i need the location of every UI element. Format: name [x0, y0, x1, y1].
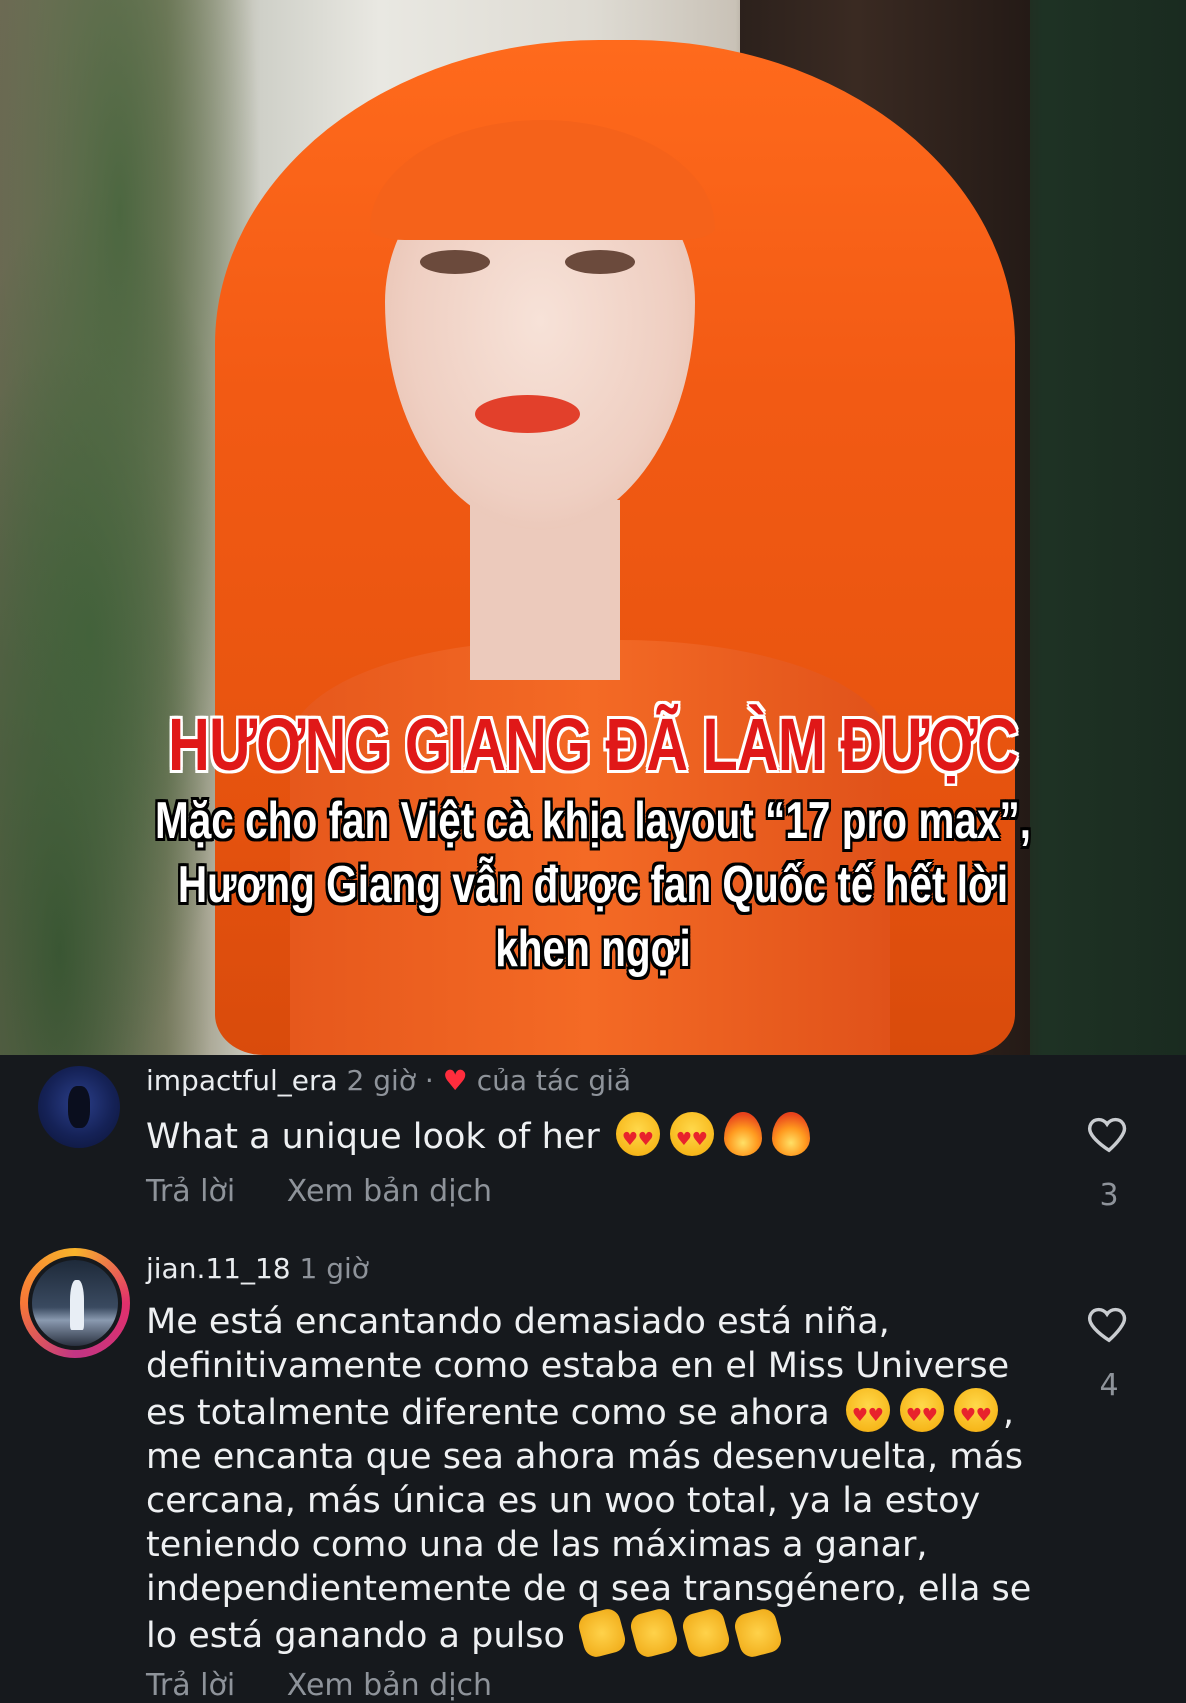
comment-line: definitivamente como estaba en el Miss U… [146, 1346, 1010, 1386]
subject-eye-right [565, 250, 635, 274]
comment-line-text: lo está ganando a pulso [146, 1616, 565, 1656]
clapping-hands-emoji-icon [732, 1606, 785, 1660]
comment-line-text: es totalmente diferente como se ahora [146, 1393, 830, 1433]
clapping-hands-emoji-icon [576, 1606, 629, 1660]
fire-emoji-icon [771, 1112, 810, 1156]
comment-line: cercana, más única es un woo total, ya l… [146, 1481, 981, 1521]
comment-text: What a unique look of her [146, 1112, 1046, 1162]
translate-button[interactable]: Xem bản dịch [287, 1668, 492, 1703]
comment-time: 1 giờ [299, 1252, 369, 1285]
video-frame[interactable]: HƯƠNG GIANG ĐÃ LÀM ĐƯỢC Mặc cho fan Việt… [0, 0, 1186, 1055]
clapping-hands-emoji-icon [680, 1606, 733, 1660]
reply-button[interactable]: Trả lời [146, 1668, 235, 1703]
caption-headline: HƯƠNG GIANG ĐÃ LÀM ĐƯỢC [168, 703, 1018, 786]
comment-text-content: What a unique look of her [146, 1117, 600, 1157]
comment-actions: Trả lời Xem bản dịch [146, 1668, 534, 1703]
like-count: 4 [1099, 1368, 1119, 1403]
comment-line: lo está ganando a pulso [146, 1606, 1046, 1660]
comment-actions: Trả lời Xem bản dịch [146, 1174, 534, 1209]
comment-header: jian.11_18 1 giờ [146, 1252, 369, 1285]
subject-lips [475, 395, 580, 433]
heart-eyes-emoji-icon [953, 1388, 998, 1438]
subject-eye-left [420, 250, 490, 274]
heart-eyes-emoji-icon [669, 1112, 714, 1162]
heart-eyes-emoji-icon [615, 1112, 660, 1162]
clapping-hands-emoji-icon [628, 1606, 681, 1660]
comment-time: 2 giờ [346, 1064, 416, 1097]
comment-line-suffix: , [1002, 1393, 1014, 1433]
comment-line: me encanta que sea ahora más desenvuelta… [146, 1437, 1023, 1477]
comment-line: independientemente de q sea transgénero,… [146, 1569, 1032, 1609]
avatar[interactable] [38, 1066, 120, 1148]
heart-eyes-emoji-icon [845, 1388, 890, 1438]
avatar[interactable] [28, 1256, 122, 1350]
fire-emoji-icon [723, 1112, 762, 1156]
username[interactable]: jian.11_18 [146, 1252, 291, 1285]
video-caption: HƯƠNG GIANG ĐÃ LÀM ĐƯỢC Mặc cho fan Việt… [0, 700, 1186, 982]
like-count: 3 [1099, 1178, 1119, 1213]
username[interactable]: impactful_era [146, 1064, 338, 1097]
caption-line-3: khen ngợi [495, 920, 691, 978]
comment-line: Me está encantando demasiado está niña, [146, 1302, 890, 1342]
caption-line-2: Hương Giang vẫn được fan Quốc tế hết lời [177, 856, 1009, 914]
author-heart-icon: ♥ [442, 1064, 468, 1097]
heart-outline-icon[interactable] [1086, 1110, 1132, 1156]
comment-header: impactful_era 2 giờ · ♥ của tác giả [146, 1064, 631, 1097]
comment-line: es totalmente diferente como se ahora , [146, 1388, 1046, 1438]
author-like-label: của tác giả [476, 1064, 632, 1097]
separator: · [424, 1064, 434, 1097]
comment-text: Me está encantando demasiado está niña, … [146, 1300, 1046, 1660]
caption-line-1: Mặc cho fan Việt cà khịa layout “17 pro … [154, 792, 1032, 850]
translate-button[interactable]: Xem bản dịch [287, 1174, 492, 1209]
reply-button[interactable]: Trả lời [146, 1174, 235, 1209]
heart-eyes-emoji-icon [899, 1388, 944, 1438]
comment-line: teniendo como una de las máximas a ganar… [146, 1525, 928, 1565]
heart-outline-icon[interactable] [1086, 1300, 1132, 1346]
